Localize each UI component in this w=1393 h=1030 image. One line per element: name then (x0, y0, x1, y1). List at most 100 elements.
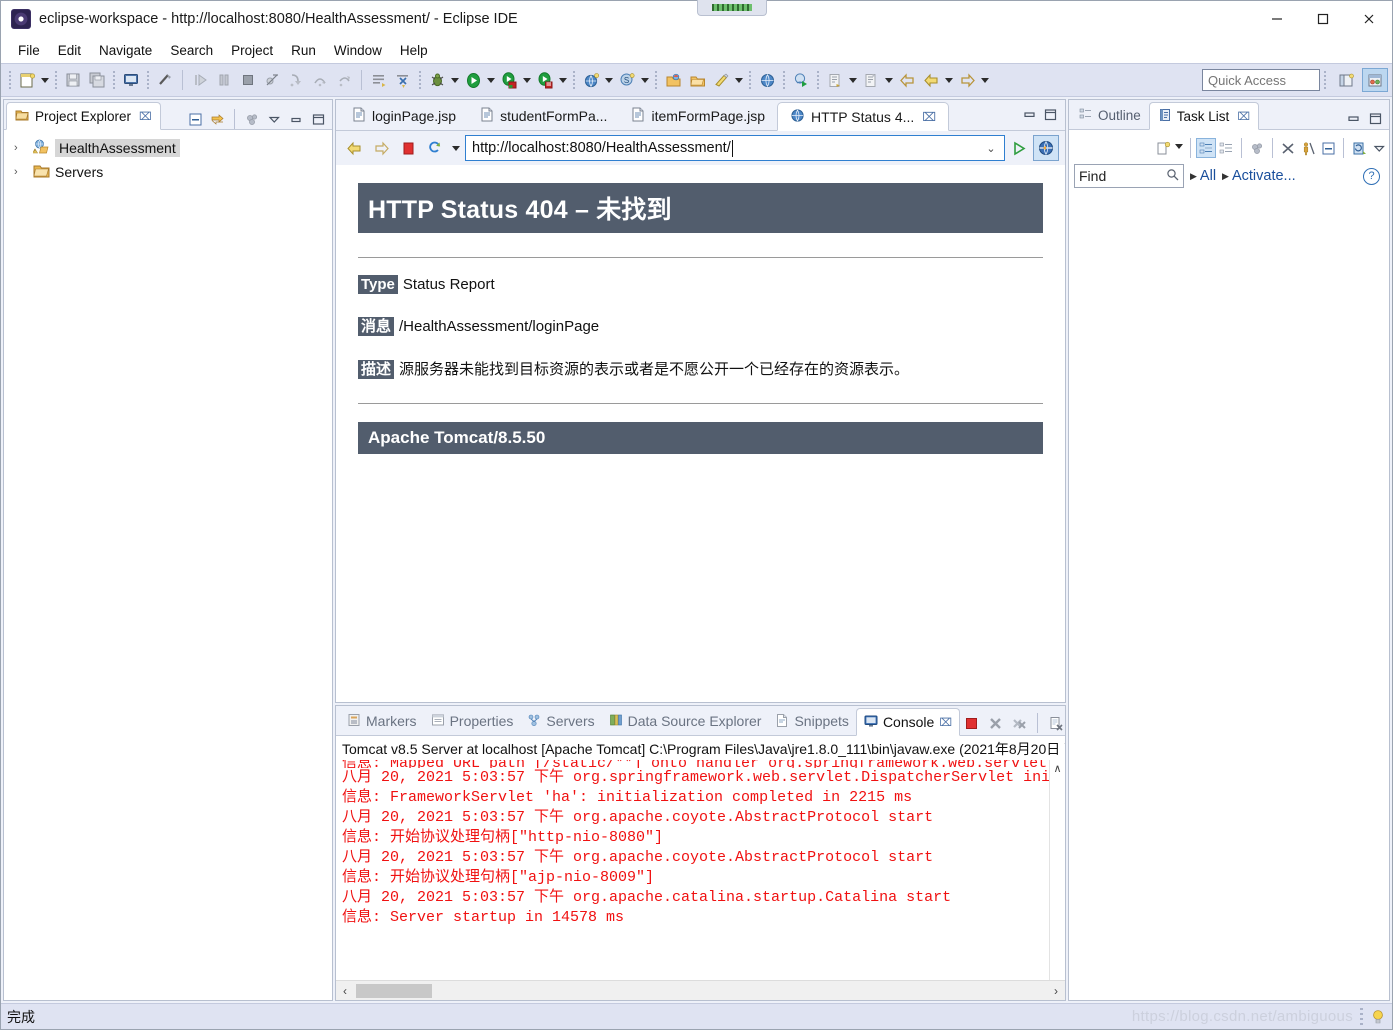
forward-icon[interactable] (370, 136, 392, 160)
minimize-icon[interactable] (1343, 109, 1363, 129)
maximize-icon[interactable] (308, 109, 328, 129)
new-folder-icon[interactable] (686, 68, 708, 92)
previous-edit-dropdown-icon[interactable] (883, 68, 895, 92)
toolbar-drag-handle[interactable] (9, 71, 11, 89)
run-as-server-icon[interactable] (498, 68, 520, 92)
terminate-icon[interactable] (237, 68, 259, 92)
suspend-icon[interactable] (213, 68, 235, 92)
maximize-icon[interactable] (1365, 109, 1385, 129)
open-console-icon[interactable] (120, 68, 142, 92)
view-menu-icon[interactable] (1369, 138, 1389, 158)
new-wizard-icon[interactable] (16, 68, 38, 92)
resume-icon[interactable] (189, 68, 211, 92)
editor-tab-http-status[interactable]: HTTP Status 4... ⌧ (777, 102, 950, 131)
expand-arrow-icon[interactable]: › (14, 142, 28, 154)
help-icon[interactable]: ? (1363, 167, 1380, 185)
back-dropdown-icon[interactable] (943, 68, 955, 92)
tab-servers[interactable]: Servers (520, 707, 601, 735)
menu-file[interactable]: File (9, 40, 49, 61)
save-icon[interactable] (62, 68, 84, 92)
console-horizontal-scrollbar[interactable]: ‹ › (336, 980, 1065, 1000)
back-active-icon[interactable] (920, 68, 942, 92)
url-bar[interactable]: http://localhost:8080/HealthAssessment/ … (465, 135, 1005, 161)
menu-window[interactable]: Window (325, 40, 391, 61)
close-icon[interactable]: ⌧ (139, 110, 152, 123)
tab-properties[interactable]: Properties (424, 707, 521, 735)
forward-icon[interactable] (956, 68, 978, 92)
maximize-icon[interactable] (1043, 108, 1058, 125)
close-icon[interactable]: ⌧ (1237, 110, 1250, 123)
maximize-button[interactable] (1300, 1, 1346, 37)
open-type-icon[interactable]: S (616, 68, 638, 92)
minimize-button[interactable] (1254, 1, 1300, 37)
previous-edit-icon[interactable] (860, 68, 882, 92)
menu-run[interactable]: Run (282, 40, 325, 61)
tab-console[interactable]: Console ⌧ (855, 708, 960, 736)
focus-on-workweek-icon[interactable] (1247, 138, 1267, 158)
run-on-server-shortcut-icon[interactable] (790, 68, 812, 92)
scheduled-presentation-icon[interactable] (1216, 138, 1236, 158)
quick-access-input[interactable] (1202, 69, 1320, 91)
run-icon[interactable] (462, 68, 484, 92)
debug-dropdown-icon[interactable] (449, 68, 461, 92)
menu-navigate[interactable]: Navigate (90, 40, 161, 61)
close-button[interactable] (1346, 1, 1392, 37)
new-task-dropdown-icon[interactable] (1173, 134, 1185, 158)
tree-item-servers[interactable]: › Servers (8, 160, 332, 184)
step-into-icon[interactable] (285, 68, 307, 92)
tab-snippets[interactable]: Snippets (768, 707, 855, 735)
last-edit-location-icon[interactable] (392, 68, 414, 92)
toggle-mark-occurrences-icon[interactable] (154, 68, 176, 92)
next-edit-icon[interactable] (824, 68, 846, 92)
tab-task-list[interactable]: Task List ⌧ (1148, 102, 1259, 130)
tab-data-source-explorer[interactable]: Data Source Explorer (602, 707, 769, 735)
filter-activate-button[interactable]: ▶ Activate... (1222, 168, 1296, 184)
browser-menu-dropdown-icon[interactable] (450, 136, 462, 160)
run-as-server-dropdown-icon[interactable] (521, 68, 533, 92)
view-filter-icon[interactable] (242, 109, 262, 129)
next-edit-dropdown-icon[interactable] (847, 68, 859, 92)
new-dynamic-web-project-dropdown-icon[interactable] (603, 68, 615, 92)
collapse-all-icon[interactable] (185, 109, 205, 129)
scroll-right-icon[interactable]: › (1047, 984, 1065, 998)
find-input[interactable]: Find (1074, 164, 1184, 188)
tab-markers[interactable]: Markers (340, 707, 424, 735)
tab-project-explorer[interactable]: Project Explorer ⌧ (6, 102, 161, 130)
open-type-dropdown-icon[interactable] (639, 68, 651, 92)
step-return-icon[interactable] (333, 68, 355, 92)
remove-all-terminated-icon[interactable] (1008, 712, 1030, 734)
search-dropdown-icon[interactable] (733, 68, 745, 92)
step-over-icon[interactable] (309, 68, 331, 92)
minimize-icon[interactable] (286, 109, 306, 129)
menu-project[interactable]: Project (222, 40, 282, 61)
menu-help[interactable]: Help (391, 40, 437, 61)
next-annotation-icon[interactable] (368, 68, 390, 92)
debug-icon[interactable] (426, 68, 448, 92)
open-task-icon[interactable] (662, 68, 684, 92)
search-icon[interactable] (710, 68, 732, 92)
terminate-icon[interactable] (960, 712, 982, 734)
focus-on-active-task-icon[interactable] (1298, 138, 1318, 158)
clear-console-icon[interactable] (1045, 712, 1067, 734)
back-icon[interactable] (343, 136, 365, 160)
tree-item-healthassessment[interactable]: › ! HealthAssessment (8, 136, 332, 160)
refresh-icon[interactable] (424, 136, 446, 160)
url-history-dropdown-icon[interactable]: ⌄ (982, 142, 1000, 155)
minimize-icon[interactable] (1022, 108, 1037, 125)
go-icon[interactable] (1008, 140, 1030, 157)
back-icon[interactable] (896, 68, 918, 92)
scroll-up-icon[interactable]: ∧ (1053, 760, 1061, 775)
editor-tab-loginpage[interactable]: loginPage.jsp (340, 101, 468, 130)
console-output[interactable]: 信息: Mapped URL path [/static/**] onto ha… (336, 760, 1065, 980)
synchronize-changed-icon[interactable] (1349, 138, 1369, 158)
tab-outline[interactable]: Outline (1071, 101, 1149, 129)
categorized-presentation-icon[interactable] (1196, 138, 1216, 158)
profile-dropdown-icon[interactable] (557, 68, 569, 92)
search-icon[interactable] (1166, 168, 1179, 184)
close-icon[interactable]: ⌧ (922, 110, 936, 124)
open-perspective-icon[interactable] (1333, 68, 1359, 92)
new-dynamic-web-project-icon[interactable] (580, 68, 602, 92)
stop-icon[interactable] (397, 136, 419, 160)
editor-tab-studentformpage[interactable]: studentFormPa... (468, 101, 619, 130)
console-vertical-scrollbar[interactable]: ∧ (1049, 760, 1065, 980)
